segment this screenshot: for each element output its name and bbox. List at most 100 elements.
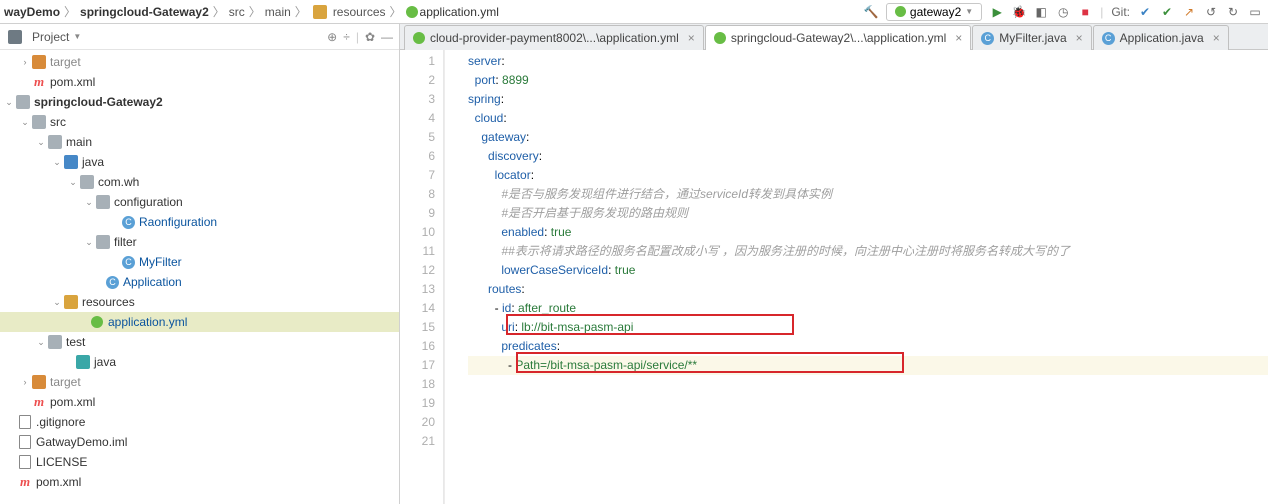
- tree-node[interactable]: application.yml: [0, 312, 399, 332]
- chevron-right-icon: 〉: [295, 3, 307, 20]
- code-line[interactable]: [468, 413, 1268, 432]
- tree-node[interactable]: ⌄src: [0, 112, 399, 132]
- tree-node[interactable]: ⌄resources: [0, 292, 399, 312]
- tree-node[interactable]: mpom.xml: [0, 472, 399, 492]
- chevron-right-icon: 〉: [64, 3, 76, 20]
- class-icon: C: [981, 32, 994, 45]
- editor-tab[interactable]: CApplication.java×: [1093, 25, 1229, 50]
- code-editor[interactable]: 123456789101112131415161718192021 server…: [400, 50, 1268, 504]
- chevron-down-icon[interactable]: ⌄: [68, 177, 78, 188]
- chevron-down-icon[interactable]: ⌄: [52, 157, 62, 168]
- code-line[interactable]: #是否与服务发现组件进行结合，通过serviceId转发到具体实例: [468, 185, 1268, 204]
- stop-icon[interactable]: ■: [1078, 5, 1092, 19]
- tree-node[interactable]: › target: [0, 52, 399, 72]
- code-line[interactable]: cloud:: [468, 109, 1268, 128]
- close-icon[interactable]: ×: [1213, 31, 1220, 45]
- debug-icon[interactable]: 🐞: [1012, 5, 1026, 19]
- code-line[interactable]: routes:: [468, 280, 1268, 299]
- run-icon[interactable]: ▶: [990, 5, 1004, 19]
- chevron-down-icon[interactable]: ⌄: [52, 297, 62, 308]
- code-line[interactable]: spring:: [468, 90, 1268, 109]
- code-line[interactable]: [468, 375, 1268, 394]
- gear-icon[interactable]: ✿: [365, 30, 375, 44]
- code-line[interactable]: locator:: [468, 166, 1268, 185]
- editor-tab[interactable]: CMyFilter.java×: [972, 25, 1091, 50]
- crumb-root[interactable]: wayDemo: [4, 5, 60, 19]
- tree-node[interactable]: CRaonfiguration: [0, 212, 399, 232]
- code-line[interactable]: uri: lb://bit-msa-pasm-api: [468, 318, 1268, 337]
- chevron-down-icon[interactable]: ⌄: [36, 137, 46, 148]
- git-push-icon[interactable]: ↗: [1182, 5, 1196, 19]
- code-line[interactable]: [468, 432, 1268, 451]
- editor-tab[interactable]: cloud-provider-payment8002\...\applicati…: [404, 25, 704, 50]
- code-line[interactable]: server:: [468, 52, 1268, 71]
- chevron-down-icon[interactable]: ⌄: [84, 197, 94, 208]
- tree-node[interactable]: ⌄main: [0, 132, 399, 152]
- code-line[interactable]: port: 8899: [468, 71, 1268, 90]
- git-update-icon[interactable]: ✔: [1138, 5, 1152, 19]
- tree-node[interactable]: CApplication: [0, 272, 399, 292]
- project-title[interactable]: Project ▼: [32, 30, 321, 44]
- revert-icon[interactable]: ↻: [1226, 5, 1240, 19]
- expand-all-icon[interactable]: ÷: [343, 30, 350, 44]
- tree-node-label: application.yml: [108, 315, 187, 329]
- maven-icon: m: [32, 395, 46, 409]
- editor-tab[interactable]: springcloud-Gateway2\...\application.yml…: [705, 25, 971, 50]
- tree-node-label: target: [50, 55, 81, 69]
- tree-node[interactable]: java: [0, 352, 399, 372]
- git-commit-icon[interactable]: ✔: [1160, 5, 1174, 19]
- history-icon[interactable]: ↺: [1204, 5, 1218, 19]
- code-line[interactable]: ##表示将请求路径的服务名配置改成小写 ，因为服务注册的时候，向注册中心注册时将…: [468, 242, 1268, 261]
- chevron-down-icon[interactable]: ⌄: [20, 117, 30, 128]
- crumb-main[interactable]: main: [265, 5, 291, 19]
- run-config-selector[interactable]: gateway2 ▼: [886, 3, 982, 21]
- chevron-right-icon[interactable]: ›: [20, 377, 30, 387]
- code-line[interactable]: enabled: true: [468, 223, 1268, 242]
- close-icon[interactable]: ×: [688, 31, 695, 45]
- code-line[interactable]: - id: after_route: [468, 299, 1268, 318]
- chevron-right-icon[interactable]: ›: [20, 57, 30, 67]
- code-content[interactable]: server: port: 8899spring: cloud: gateway…: [444, 50, 1268, 504]
- tree-node[interactable]: ⌄java: [0, 152, 399, 172]
- select-opened-file-icon[interactable]: ⊕: [327, 30, 337, 44]
- code-line[interactable]: gateway:: [468, 128, 1268, 147]
- tree-node[interactable]: mpom.xml: [0, 392, 399, 412]
- tree-node[interactable]: mpom.xml: [0, 72, 399, 92]
- code-line[interactable]: lowerCaseServiceId: true: [468, 261, 1268, 280]
- tree-node[interactable]: GatwayDemo.iml: [0, 432, 399, 452]
- tab-label: Application.java: [1120, 31, 1204, 45]
- coverage-icon[interactable]: ◧: [1034, 5, 1048, 19]
- project-tree[interactable]: ›targetmpom.xml⌄springcloud-Gateway2⌄src…: [0, 50, 399, 504]
- tree-node[interactable]: CMyFilter: [0, 252, 399, 272]
- tree-node[interactable]: ⌄com.wh: [0, 172, 399, 192]
- tree-node[interactable]: ⌄filter: [0, 232, 399, 252]
- chevron-down-icon[interactable]: ⌄: [36, 337, 46, 348]
- crumb-file[interactable]: application.yml: [406, 5, 499, 19]
- tree-node[interactable]: LICENSE: [0, 452, 399, 472]
- tree-node-label: springcloud-Gateway2: [34, 95, 163, 109]
- close-icon[interactable]: ×: [1076, 31, 1083, 45]
- chevron-down-icon[interactable]: ⌄: [4, 97, 14, 108]
- code-line[interactable]: #是否开启基于服务发现的路由规则: [468, 204, 1268, 223]
- crumb-src[interactable]: src: [229, 5, 245, 19]
- tree-node[interactable]: ⌄test: [0, 332, 399, 352]
- hide-icon[interactable]: —: [381, 30, 393, 44]
- code-line[interactable]: predicates:: [468, 337, 1268, 356]
- crumb-resources[interactable]: resources: [311, 5, 386, 19]
- crumb-module[interactable]: springcloud-Gateway2: [80, 5, 209, 19]
- build-icon[interactable]: 🔨: [864, 5, 878, 19]
- search-icon[interactable]: ▭: [1248, 5, 1262, 19]
- tree-node[interactable]: ›target: [0, 372, 399, 392]
- tree-node[interactable]: ⌄ springcloud-Gateway2: [0, 92, 399, 112]
- spring-icon: [406, 6, 418, 18]
- editor-tabs: cloud-provider-payment8002\...\applicati…: [400, 24, 1268, 50]
- tree-node[interactable]: ⌄configuration: [0, 192, 399, 212]
- tree-node[interactable]: .gitignore: [0, 412, 399, 432]
- line-number: 7: [400, 166, 435, 185]
- code-line[interactable]: [468, 394, 1268, 413]
- close-icon[interactable]: ×: [955, 31, 962, 45]
- code-line[interactable]: - Path=/bit-msa-pasm-api/service/**: [468, 356, 1268, 375]
- profile-icon[interactable]: ◷: [1056, 5, 1070, 19]
- code-line[interactable]: discovery:: [468, 147, 1268, 166]
- chevron-down-icon[interactable]: ⌄: [84, 237, 94, 248]
